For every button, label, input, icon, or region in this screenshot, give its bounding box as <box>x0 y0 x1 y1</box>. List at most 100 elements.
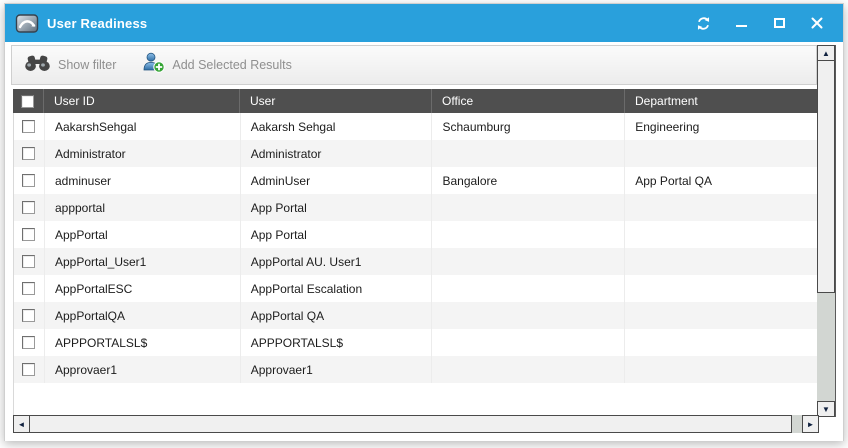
cell-user: AppPortal Escalation <box>240 275 432 302</box>
show-filter-button[interactable]: Show filter <box>24 53 116 77</box>
cell-office <box>431 248 624 275</box>
cell-user-id: Approvaer1 <box>44 356 240 383</box>
refresh-icon[interactable] <box>695 15 711 31</box>
row-checkbox[interactable] <box>22 255 35 268</box>
row-checkbox[interactable] <box>22 174 35 187</box>
table-row[interactable]: AakarshSehgal Aakarsh Sehgal Schaumburg … <box>14 113 819 140</box>
cell-user: Approvaer1 <box>240 356 432 383</box>
table-row[interactable]: AppPortal_User1 AppPortal AU. User1 <box>14 248 819 275</box>
cell-department <box>624 221 819 248</box>
table-row[interactable]: AppPortalQA AppPortal QA <box>14 302 819 329</box>
titlebar: User Readiness <box>5 4 843 42</box>
cell-user-id: adminuser <box>44 167 240 194</box>
column-header-department[interactable]: Department <box>624 89 819 113</box>
grid-header: User ID User Office Department <box>13 89 819 113</box>
cell-office <box>431 275 624 302</box>
scroll-up-icon[interactable]: ▲ <box>817 45 835 61</box>
horizontal-scrollbar[interactable]: ◄ ► <box>13 415 819 433</box>
toolbar: Show filter Add Selected Results <box>11 45 817 85</box>
row-checkbox-cell <box>14 275 44 302</box>
horizontal-scroll-track[interactable] <box>792 415 802 433</box>
horizontal-scroll-thumb[interactable] <box>30 415 792 433</box>
vertical-scrollbar[interactable]: ▲ ▼ <box>817 45 836 417</box>
cell-department <box>624 275 819 302</box>
cell-user-id: AppPortal_User1 <box>44 248 240 275</box>
binoculars-icon <box>24 53 51 77</box>
minimize-icon[interactable] <box>733 15 749 31</box>
row-checkbox[interactable] <box>22 120 35 133</box>
vertical-scroll-track[interactable] <box>817 293 835 401</box>
cell-user: App Portal <box>240 194 432 221</box>
scroll-right-icon[interactable]: ► <box>802 415 819 433</box>
table-row[interactable]: APPPORTALSL$ APPPORTALSL$ <box>14 329 819 356</box>
cell-department: Engineering <box>624 113 819 140</box>
cell-office <box>431 221 624 248</box>
grid-empty-area <box>13 383 819 415</box>
row-checkbox-cell <box>14 140 44 167</box>
cell-user-id: AppPortalESC <box>44 275 240 302</box>
row-checkbox[interactable] <box>22 282 35 295</box>
cell-department <box>624 329 819 356</box>
column-header-office[interactable]: Office <box>431 89 624 113</box>
cell-office <box>431 302 624 329</box>
cell-office: Bangalore <box>431 167 624 194</box>
cell-department <box>624 302 819 329</box>
table-row[interactable]: AppPortalESC AppPortal Escalation <box>14 275 819 302</box>
cell-department <box>624 140 819 167</box>
row-checkbox[interactable] <box>22 336 35 349</box>
cell-user-id: appportal <box>44 194 240 221</box>
cell-department <box>624 248 819 275</box>
row-checkbox[interactable] <box>22 147 35 160</box>
column-header-user-id[interactable]: User ID <box>43 89 239 113</box>
titlebar-controls <box>695 15 833 31</box>
cell-user-id: AppPortalQA <box>44 302 240 329</box>
cell-user: AdminUser <box>240 167 432 194</box>
row-checkbox[interactable] <box>22 363 35 376</box>
column-header-user[interactable]: User <box>239 89 431 113</box>
row-checkbox-cell <box>14 302 44 329</box>
row-checkbox-cell <box>14 221 44 248</box>
cell-user: Aakarsh Sehgal <box>240 113 432 140</box>
select-all-checkbox[interactable] <box>21 95 34 108</box>
row-checkbox[interactable] <box>22 228 35 241</box>
row-checkbox-cell <box>14 113 44 140</box>
select-all-header-cell <box>13 89 43 113</box>
cell-user-id: AppPortal <box>44 221 240 248</box>
scroll-left-icon[interactable]: ◄ <box>13 415 30 433</box>
table-row[interactable]: Approvaer1 Approvaer1 <box>14 356 819 383</box>
grid-body: AakarshSehgal Aakarsh Sehgal Schaumburg … <box>13 113 819 383</box>
row-checkbox-cell <box>14 329 44 356</box>
cell-user: AppPortal AU. User1 <box>240 248 432 275</box>
cell-user: APPPORTALSL$ <box>240 329 432 356</box>
cell-office <box>431 140 624 167</box>
user-readiness-window: User Readiness <box>4 3 844 441</box>
cell-department <box>624 356 819 383</box>
add-user-icon <box>142 52 165 78</box>
cell-user: AppPortal QA <box>240 302 432 329</box>
cell-user-id: AakarshSehgal <box>44 113 240 140</box>
table-row[interactable]: Administrator Administrator <box>14 140 819 167</box>
row-checkbox[interactable] <box>22 201 35 214</box>
cell-office <box>431 329 624 356</box>
cell-user-id: Administrator <box>44 140 240 167</box>
row-checkbox-cell <box>14 356 44 383</box>
row-checkbox-cell <box>14 194 44 221</box>
table-row[interactable]: AppPortal App Portal <box>14 221 819 248</box>
cell-department <box>624 194 819 221</box>
cell-office <box>431 194 624 221</box>
vertical-scroll-thumb[interactable] <box>817 61 835 293</box>
show-filter-label: Show filter <box>58 58 116 72</box>
row-checkbox[interactable] <box>22 309 35 322</box>
cell-user: App Portal <box>240 221 432 248</box>
cell-office: Schaumburg <box>431 113 624 140</box>
cell-user: Administrator <box>240 140 432 167</box>
add-selected-results-button[interactable]: Add Selected Results <box>142 52 292 78</box>
row-checkbox-cell <box>14 167 44 194</box>
maximize-icon[interactable] <box>771 15 787 31</box>
table-row[interactable]: appportal App Portal <box>14 194 819 221</box>
app-icon <box>15 13 39 34</box>
table-row[interactable]: adminuser AdminUser Bangalore App Portal… <box>14 167 819 194</box>
scroll-down-icon[interactable]: ▼ <box>817 401 835 417</box>
close-icon[interactable] <box>809 15 825 31</box>
cell-user-id: APPPORTALSL$ <box>44 329 240 356</box>
